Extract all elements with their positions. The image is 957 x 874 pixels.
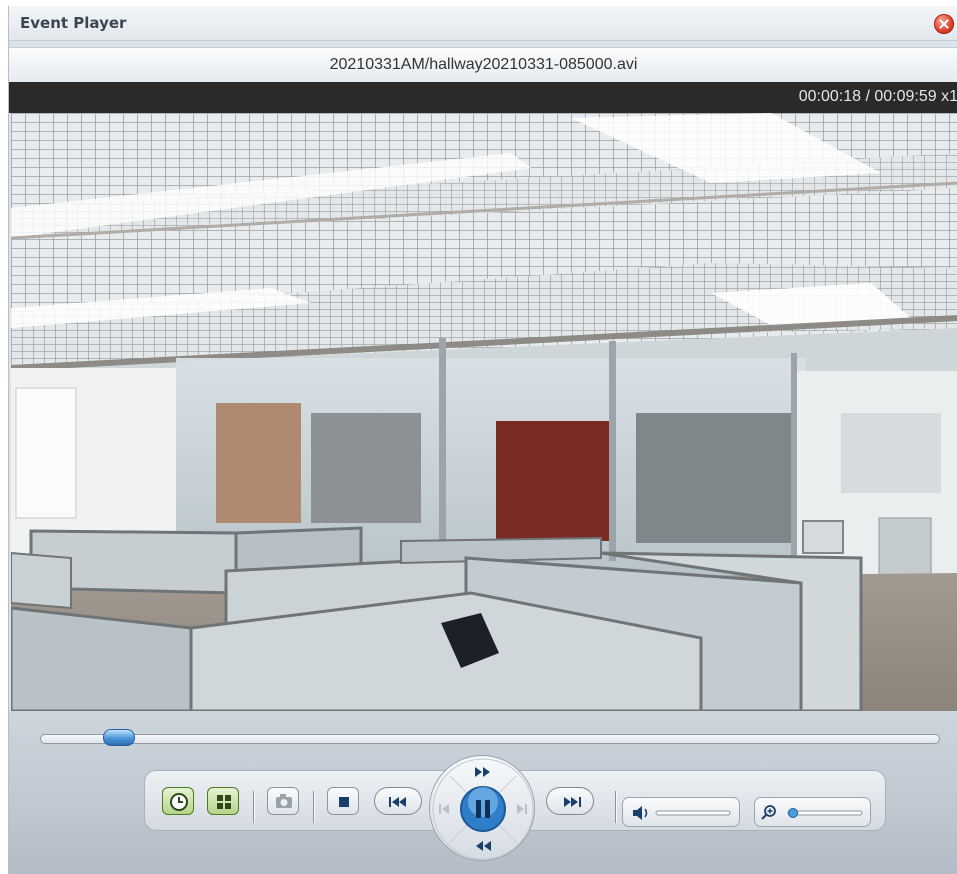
next-button[interactable] (546, 787, 594, 815)
layout-icon (217, 795, 231, 809)
stop-button[interactable] (327, 787, 359, 815)
zoom-slider-thumb[interactable] (788, 808, 798, 818)
snapshot-icon (276, 794, 292, 808)
playback-controls (9, 711, 957, 874)
next-icon (564, 797, 581, 807)
window-title: Event Player (20, 14, 127, 32)
video-frame[interactable] (11, 113, 957, 711)
rewind-icon[interactable] (476, 841, 491, 851)
jog-dial (429, 755, 535, 861)
previous-button[interactable] (374, 787, 422, 815)
close-button[interactable] (934, 14, 954, 34)
step-back-icon (439, 804, 449, 814)
seek-bar-track[interactable] (40, 734, 940, 744)
layout-button[interactable] (207, 787, 239, 815)
event-player-window: Event Player 20210331AM/hallway20210331-… (8, 6, 957, 874)
toolbar-separator (615, 791, 616, 823)
zoom-control[interactable] (754, 797, 871, 827)
file-name-bar: 20210331AM/hallway20210331-085000.avi (9, 47, 957, 83)
volume-control[interactable] (622, 797, 740, 827)
file-name: 20210331AM/hallway20210331-085000.avi (329, 56, 638, 73)
step-forward-icon (517, 804, 527, 814)
title-bar: Event Player (9, 6, 957, 41)
fast-forward-icon[interactable] (475, 767, 490, 777)
seek-bar-thumb[interactable] (102, 729, 135, 746)
volume-icon (633, 806, 648, 820)
time-bar: 00:00:18 / 00:09:59 x1 (9, 82, 957, 113)
close-icon (939, 19, 949, 29)
timeline-button[interactable] (162, 787, 194, 815)
playback-time: 00:00:18 / 00:09:59 x1 (798, 88, 957, 105)
jog-dial-graphic (432, 758, 534, 860)
toolbar-separator (313, 791, 314, 823)
zoom-icon (761, 805, 776, 820)
snapshot-button[interactable] (267, 787, 299, 815)
pause-button[interactable] (460, 786, 506, 832)
zoom-slider-track[interactable] (787, 810, 863, 816)
video-image (11, 113, 957, 711)
volume-slider-track[interactable] (655, 810, 731, 816)
toolbar-separator (253, 791, 254, 823)
clock-icon (170, 793, 188, 811)
previous-icon (389, 797, 406, 807)
stop-icon (339, 797, 349, 807)
